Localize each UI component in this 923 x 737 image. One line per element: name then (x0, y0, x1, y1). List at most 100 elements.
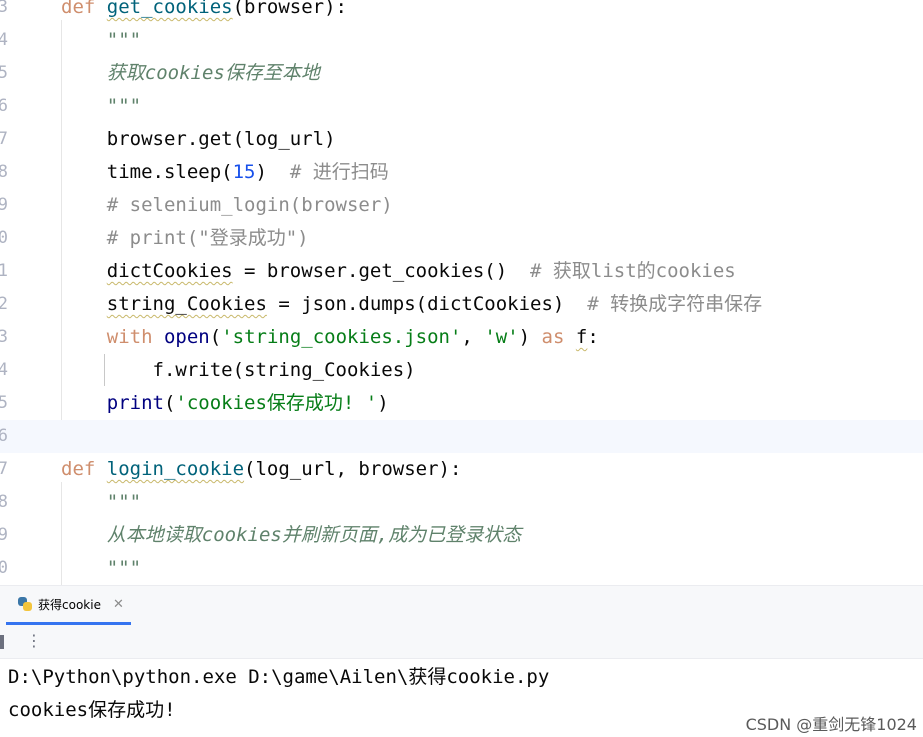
line-number: 0 (0, 228, 8, 248)
code-token: , (461, 326, 485, 348)
code-text: def login_cookie(log_url, browser): (61, 453, 461, 486)
code-text: string_Cookies = json.dumps(dictCookies)… (61, 288, 762, 321)
indent-guide (61, 20, 62, 420)
console-line: cookies保存成功! (8, 699, 176, 721)
code-token: 'cookies保存成功! ' (175, 392, 378, 414)
line-number: 8 (0, 162, 8, 182)
code-token: string_Cookies (106, 293, 267, 315)
line-number: 5 (0, 393, 8, 413)
code-line[interactable]: 7 browser.get(log_url) (0, 123, 923, 156)
line-number: 9 (0, 195, 8, 215)
code-token: ( (163, 392, 176, 414)
code-line[interactable]: 1 dictCookies = browser.get_cookies() # … (0, 255, 923, 288)
code-text: # print("登录成功") (61, 222, 309, 255)
line-number: 2 (0, 294, 8, 314)
code-token: # selenium_login(browser) (61, 194, 393, 216)
line-number: 8 (0, 492, 8, 512)
code-token: (log_url, browser): (244, 458, 462, 480)
code-token: 'string_cookies.json' (221, 326, 462, 348)
code-text: with open('string_cookies.json', 'w') as… (61, 321, 599, 354)
code-text: """ (61, 90, 141, 123)
code-line[interactable]: 6 (0, 420, 923, 453)
code-token: print (106, 392, 164, 414)
code-line[interactable]: 9 从本地读取cookies并刷新页面,成为已登录状态 (0, 519, 923, 552)
code-token: """ (61, 29, 142, 51)
code-line[interactable]: 0 """ (0, 552, 923, 585)
line-number: 7 (0, 129, 8, 149)
line-number: 3 (0, 0, 8, 17)
code-text: # selenium_login(browser) (61, 189, 393, 222)
code-line[interactable]: 6 """ (0, 90, 923, 123)
code-token: 获取cookies保存至本地 (61, 62, 320, 84)
run-tab[interactable]: 获得cookie ✕ (6, 586, 131, 625)
code-token: browser.get(log_url) (61, 128, 336, 150)
code-editor[interactable]: 3 def get_cookies(browser): 4 """ 5 获取cooki… (0, 0, 923, 585)
code-token: dictCookies (106, 260, 233, 282)
code-token: = browser.get_cookies() (232, 260, 531, 282)
code-line[interactable]: 8 time.sleep(15) # 进行扫码 (0, 156, 923, 189)
line-number: 3 (0, 327, 8, 347)
close-icon[interactable]: ✕ (113, 597, 124, 612)
code-token: def (61, 458, 107, 480)
code-token: f.write(string_Cookies) (61, 359, 416, 381)
line-number: 5 (0, 63, 8, 83)
code-text: print('cookies保存成功! ') (61, 387, 389, 420)
code-token: ) (255, 161, 290, 183)
run-tool-window-tabs: 获得cookie ✕ (0, 585, 923, 625)
line-number: 0 (0, 558, 8, 578)
code-line[interactable]: 3 with open('string_cookies.json', 'w') … (0, 321, 923, 354)
code-text: 从本地读取cookies并刷新页面,成为已登录状态 (61, 519, 522, 552)
line-number: 7 (0, 459, 8, 479)
code-token: ) (518, 326, 542, 348)
code-token: """ (61, 491, 142, 513)
code-token: : (587, 326, 599, 348)
code-token: # print("登录成功") (61, 227, 309, 249)
code-token: f (575, 326, 588, 348)
code-line[interactable]: 8 """ (0, 486, 923, 519)
code-token: time.sleep( (61, 161, 233, 183)
code-text: f.write(string_Cookies) (61, 354, 416, 387)
code-line[interactable]: 4 """ (0, 24, 923, 57)
line-number: 9 (0, 525, 8, 545)
code-line[interactable]: 4 f.write(string_Cookies) (0, 354, 923, 387)
code-token: """ (61, 95, 142, 117)
line-number: 1 (0, 261, 8, 281)
console-line: D:\Python\python.exe D:\game\Ailen\获得coo… (8, 666, 550, 688)
code-line[interactable]: 5 获取cookies保存至本地 (0, 57, 923, 90)
more-vertical-icon[interactable]: ⋮ (26, 631, 42, 650)
line-number: 6 (0, 426, 8, 446)
code-token: 从本地读取cookies并刷新页面,成为已登录状态 (61, 524, 522, 546)
code-line[interactable]: 3 def get_cookies(browser): (0, 0, 923, 24)
code-token: as (541, 326, 565, 348)
code-text: """ (61, 24, 141, 57)
code-text: browser.get(log_url) (61, 123, 336, 156)
code-line[interactable]: 5 print('cookies保存成功! ') (0, 387, 923, 420)
code-text: """ (61, 486, 141, 519)
code-token: 'w' (484, 326, 519, 348)
line-number: 4 (0, 30, 8, 50)
code-token: login_cookie (106, 458, 245, 480)
line-number: 4 (0, 360, 8, 380)
code-token: 15 (232, 161, 256, 183)
code-line[interactable]: 2 string_Cookies = json.dumps(dictCookie… (0, 288, 923, 321)
indent-guide (104, 354, 105, 386)
indent-guide (61, 482, 62, 585)
stop-icon[interactable] (0, 635, 4, 649)
code-text: time.sleep(15) # 进行扫码 (61, 156, 389, 189)
code-line[interactable]: 9 # selenium_login(browser) (0, 189, 923, 222)
code-text: 获取cookies保存至本地 (61, 57, 320, 90)
code-text: """ (61, 552, 141, 585)
run-tab-label: 获得cookie (38, 597, 101, 612)
run-toolbar: ⋮ (0, 625, 923, 659)
code-line[interactable]: 0 # print("登录成功") (0, 222, 923, 255)
code-token: (browser): (232, 0, 347, 18)
code-line[interactable]: 7 def login_cookie(log_url, browser): (0, 453, 923, 486)
watermark: CSDN @重剑无锋1024 (745, 715, 917, 734)
code-text: def get_cookies(browser): (61, 0, 347, 24)
code-token: def (61, 0, 107, 18)
code-text: dictCookies = browser.get_cookies() # 获取… (61, 255, 736, 288)
code-token: open (163, 326, 210, 348)
